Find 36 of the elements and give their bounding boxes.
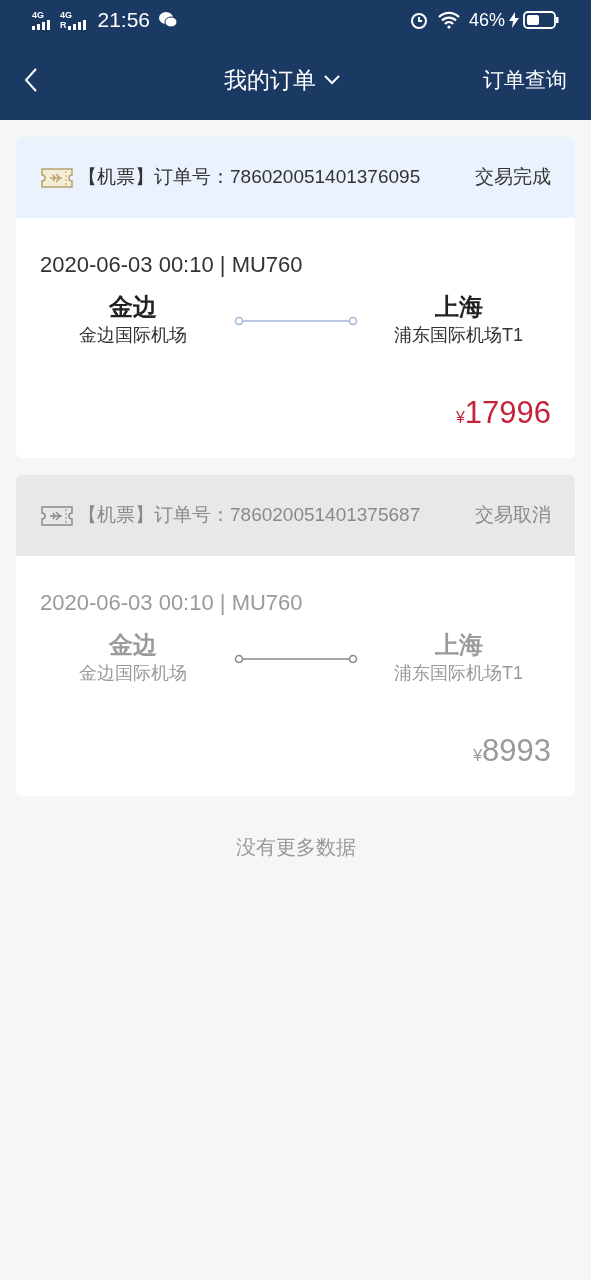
chevron-down-icon: [324, 75, 340, 85]
arrival-city: 上海: [434, 292, 483, 322]
flight-datetime: 2020-06-03 00:10 | MU760: [40, 254, 304, 276]
order-status: 交易取消: [475, 503, 551, 528]
clock: 21:56: [97, 7, 151, 34]
currency-symbol: ¥: [455, 409, 465, 428]
departure-city: 金边: [108, 630, 157, 660]
departure-city: 金边: [108, 292, 157, 322]
order-card[interactable]: 【机票】订单号：786020051401376095 交易完成 2020-06-03 00:10 | MU760 金边 金边国际机场 上海 浦东国际机场T1 ¥17996: [16, 137, 575, 458]
currency-symbol: ¥: [473, 747, 483, 766]
order-status: 交易完成: [475, 165, 551, 190]
chat-icon: [158, 11, 179, 29]
flight-datetime: 2020-06-03 00:10 | MU760: [40, 592, 304, 614]
arrival-city: 上海: [434, 630, 483, 660]
arrival-airport: 浦东国际机场T1: [394, 662, 523, 685]
title-dropdown[interactable]: 我的订单: [224, 62, 340, 98]
order-price: 17996: [464, 397, 551, 428]
departure-airport: 金边国际机场: [78, 662, 187, 685]
network-label: 4G: [60, 10, 72, 20]
back-icon: [24, 67, 38, 93]
no-more-data-text: 没有更多数据: [234, 835, 357, 860]
network-label: 4G: [32, 10, 44, 20]
charging-icon: [509, 12, 519, 28]
plane-ticket-icon: [40, 504, 74, 527]
roaming-label: R: [60, 20, 67, 30]
order-query-button[interactable]: 订单查询: [483, 64, 567, 96]
order-price: 8993: [482, 735, 551, 766]
arrival-airport: 浦东国际机场T1: [394, 324, 523, 347]
order-number: 【机票】订单号：786020051401375687: [78, 503, 421, 528]
order-number: 【机票】订单号：786020051401376095: [78, 165, 421, 190]
departure-airport: 金边国际机场: [78, 324, 187, 347]
battery-percent: 46%: [468, 8, 505, 32]
wifi-icon: [436, 11, 461, 29]
plane-ticket-icon: [40, 166, 74, 189]
battery-icon: [523, 11, 559, 29]
alarm-icon: [408, 10, 429, 30]
